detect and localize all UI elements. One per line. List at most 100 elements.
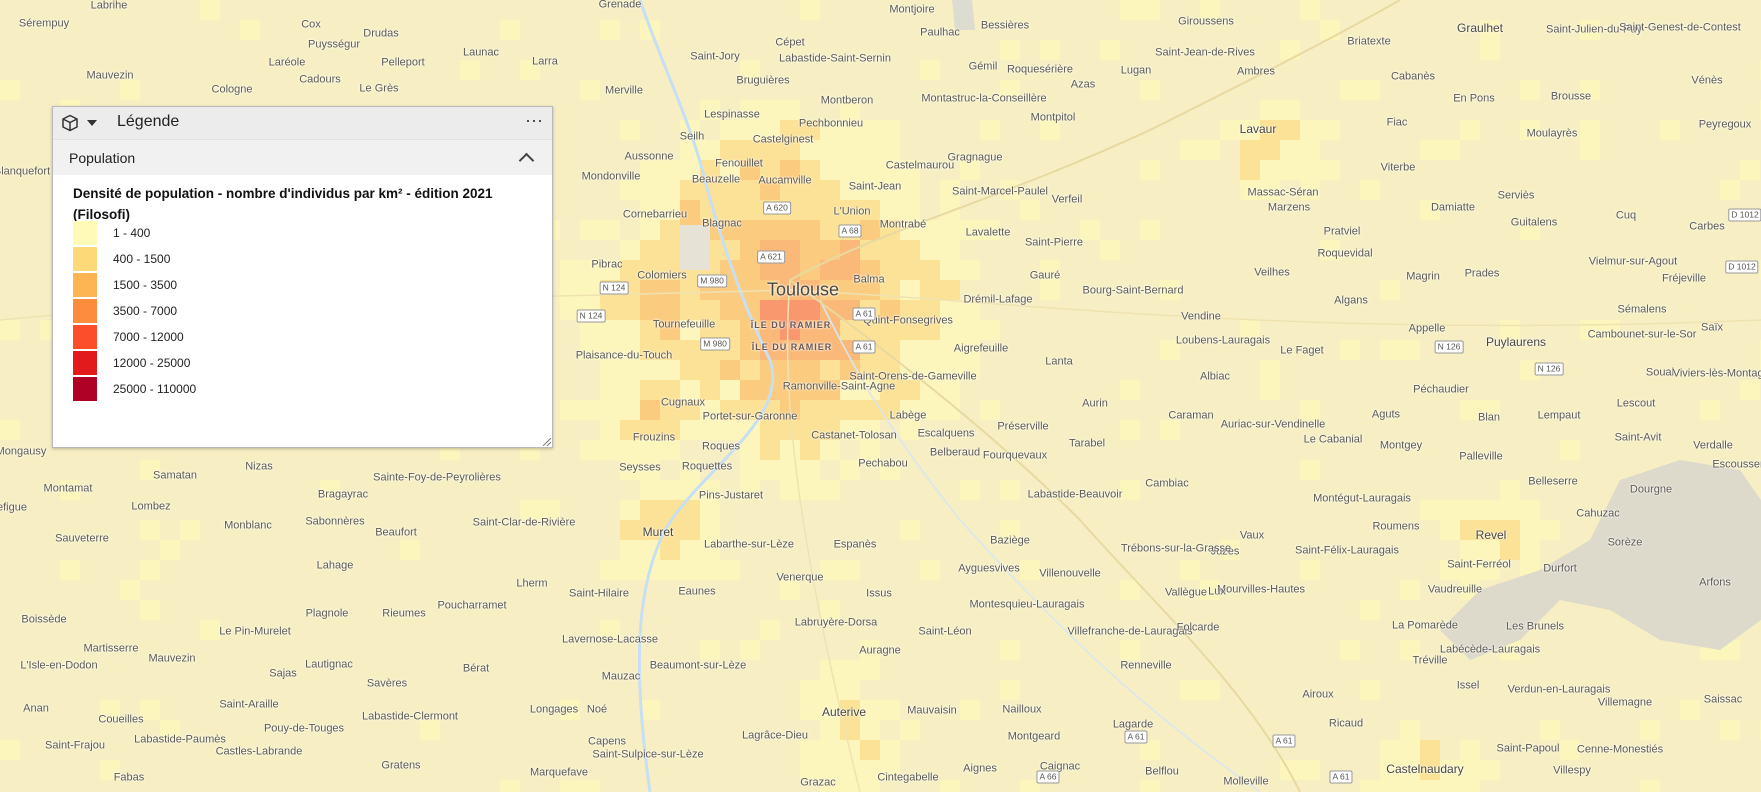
place-label-algans: Algans [1334,294,1368,307]
place-label-guitalens: Guitalens [1510,216,1558,229]
place-label-bruguieres: Bruguières [736,74,790,87]
chevron-down-icon[interactable] [87,120,97,126]
place-label-treville: Tréville [1412,654,1448,667]
density-cell [400,540,420,560]
place-label-dourgne: Dourgne [1629,483,1673,496]
chevron-up-icon[interactable] [518,152,535,169]
place-label-venes: Vénès [1691,74,1723,87]
density-cell [820,740,840,760]
density-cell [1700,400,1720,420]
density-cell [680,360,700,380]
density-cell [1280,160,1300,180]
place-label-berat: Bérat [462,662,490,675]
density-cell [880,740,900,760]
place-label-le-pin-murelet: Le Pin-Murelet [219,625,291,638]
density-cell [700,560,720,580]
place-label-sauveterre: Sauveterre [55,532,109,545]
place-label-lempaut: Lempaut [1537,409,1581,422]
density-cell [1300,140,1320,160]
density-cell [680,560,700,580]
place-label-belberaud: Belberaud [929,446,981,459]
place-label-lescout: Lescout [1616,397,1656,410]
density-cell [820,400,840,420]
density-cell [0,80,20,100]
density-cell [1120,420,1140,440]
place-label-villespy: Villespy [1553,764,1591,777]
density-cell [700,500,720,520]
place-label-en-pons: En Pons [1453,92,1495,105]
place-label-vallegue: Vallègue [1165,586,1207,599]
place-label-martisserre: Martisserre [83,642,139,655]
place-label-giroussens: Giroussens [1178,15,1234,28]
place-label-mauvaisin: Mauvaisin [907,704,957,717]
density-cell [680,340,700,360]
place-label-verfeil: Verfeil [1051,193,1083,206]
density-cell [620,240,640,260]
place-label-poucharramet: Poucharramet [437,599,507,612]
density-cell [460,60,480,80]
density-cell [120,80,140,100]
place-label-aigrefeuille: Aigrefeuille [953,342,1009,355]
density-cell [1380,340,1400,360]
density-cell [1560,440,1580,460]
density-cell [1120,640,1140,660]
density-cell [600,560,620,580]
density-cell [600,20,620,40]
density-cell [760,220,780,240]
density-cell [1400,780,1420,792]
density-cell [820,440,840,460]
place-label-azas: Azas [1070,78,1096,91]
density-cell [140,560,160,580]
place-label-cadours: Cadours [299,73,341,86]
density-cell [800,480,820,500]
place-label-montastruc: Montastruc-la-Conseillère [921,92,1047,105]
density-cell [1140,220,1160,240]
density-cell [780,100,800,120]
place-label-saix: Saïx [1700,321,1724,334]
layers-icon[interactable] [61,114,79,132]
place-label-lespinasse: Lespinasse [704,108,760,121]
density-cell [960,480,980,500]
density-cell [800,300,820,320]
density-cell [1580,120,1600,140]
density-cell [720,560,740,580]
more-icon[interactable]: ⋯ [525,111,544,132]
legend-header: Légende ⋯ [53,107,552,139]
density-cell [1500,500,1520,520]
place-label-pibrac: Pibrac [591,258,623,271]
density-cell [640,360,660,380]
density-cell [1160,420,1180,440]
resize-handle-icon[interactable] [543,438,551,446]
density-cell [240,20,260,40]
place-label-pechbonnieu: Pechbonnieu [798,117,864,130]
density-cell [800,400,820,420]
place-label-viterbe: Viterbe [1380,161,1416,174]
density-cell [1260,140,1280,160]
place-label-labrihe: Labrihe [90,0,128,12]
density-cell [880,700,900,720]
density-cell [600,220,620,240]
place-label-roquettes: Roquettes [681,460,733,473]
section-header-population[interactable]: Population [53,139,552,175]
density-cell [620,400,640,420]
density-cell [780,440,800,460]
place-label-larra: Larra [532,55,558,68]
place-label-blanquefort: Blanquefort [0,165,51,178]
density-cell [840,140,860,160]
place-label-labastide-clermont: Labastide-Clermont [362,710,458,723]
density-cell [1380,740,1400,760]
legend-class-label: 1500 - 3500 [113,278,178,292]
place-label-roques: Roques [702,440,740,453]
place-label-labege: Labège [889,409,927,422]
density-cell [800,700,820,720]
place-label-grenade: Grenade [598,0,642,11]
place-label-saint-marcel: Saint-Marcel-Paulel [952,185,1048,198]
density-cell [1420,780,1440,792]
density-cell [1000,480,1020,500]
legend-class-label: 3500 - 7000 [113,304,178,318]
density-cell [600,400,620,420]
legend-class-label: 12000 - 25000 [113,356,191,370]
place-label-cenne: Cenne-Monestiés [1576,743,1664,756]
density-cell [780,360,800,380]
density-cell [600,320,620,340]
